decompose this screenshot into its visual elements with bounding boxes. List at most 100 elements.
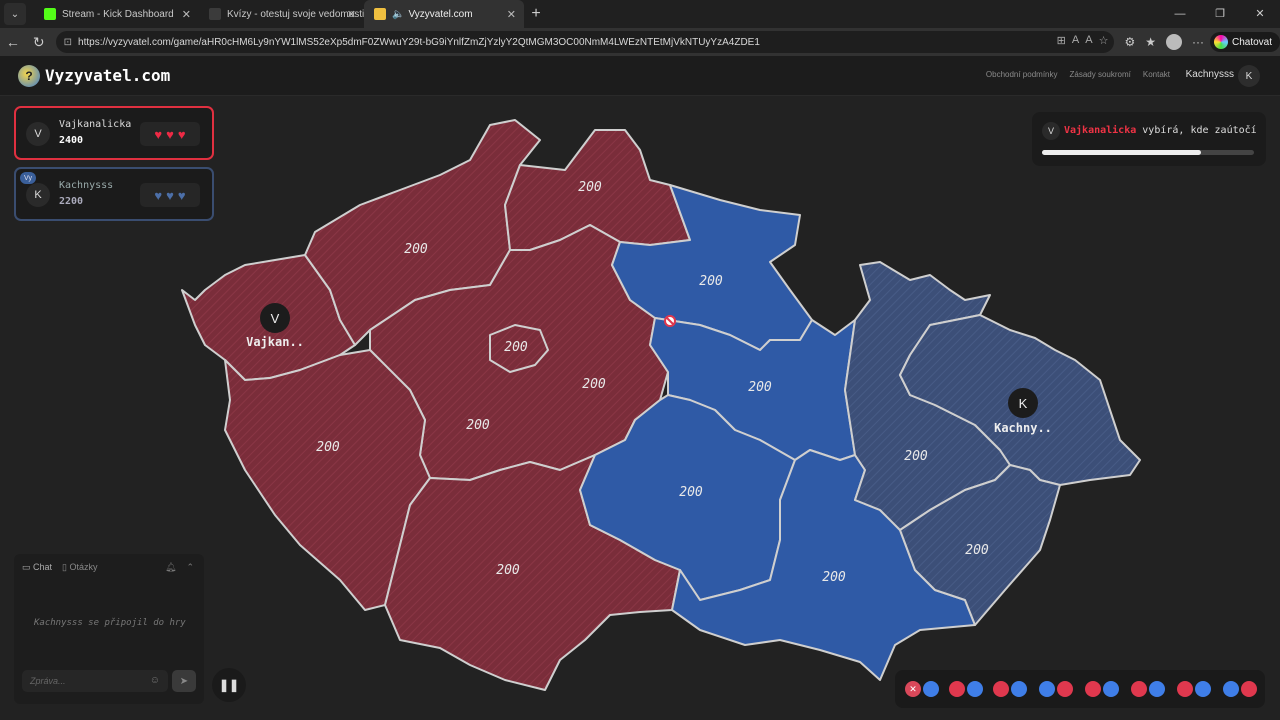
marker-initial: K [1019, 396, 1028, 411]
address-bar[interactable]: ⊡ https://vyzyvatel.com/game/aHR0cHM6Ly9… [55, 31, 1115, 53]
tab-chat[interactable]: ▭ Chat [22, 562, 52, 573]
tab-title: Kvízy - otestuj svoje vedomosti - K [227, 8, 364, 20]
address-bar-tools: ⊞ A A ☆ [1057, 34, 1109, 47]
chat-panel: ▭ Chat ▯ Otázky 🔔︎ ⌃ Kachnysss se připoj… [14, 554, 204, 704]
minimize-icon[interactable]: — [1160, 0, 1200, 28]
region-value: 200 [496, 563, 520, 578]
tab-title: Stream - Kick Dashboard [62, 8, 174, 20]
logo-icon[interactable]: ? [18, 65, 40, 87]
kvizy-favicon-icon [209, 8, 221, 20]
copilot-label: Chatovat [1231, 36, 1273, 48]
player-avatar: K [26, 183, 50, 207]
region-value: 200 [822, 570, 846, 585]
region-value: 200 [582, 377, 606, 392]
region-value: 200 [904, 449, 928, 464]
read-aloud-icon[interactable]: A [1085, 34, 1092, 47]
more-menu-icon[interactable]: ··· [1192, 35, 1204, 49]
kick-favicon-icon [44, 8, 56, 20]
region-value: 200 [965, 543, 989, 558]
heart-icon: ♥ [154, 126, 163, 142]
tab-questions[interactable]: ▯ Otázky [62, 562, 97, 573]
tab-actions-menu[interactable]: ⌄ [4, 3, 26, 25]
round-dot [967, 681, 983, 697]
round-dot [1057, 681, 1073, 697]
chat-tabs: ▭ Chat ▯ Otázky [22, 562, 98, 573]
round-dot [1085, 681, 1101, 697]
browser-tab-kvizy[interactable]: Kvízy - otestuj svoje vedomosti - K ✕ [199, 0, 364, 28]
vyzyvatel-favicon-icon [374, 8, 386, 20]
browser-tab-strip: ⌄ Stream - Kick Dashboard ✕ Kvízy - otes… [0, 0, 1280, 28]
browser-tab-vyzyvatel[interactable]: 🔈 Vyzyvatel.com ✕ [364, 0, 524, 28]
extensions-icon[interactable]: ⚙ [1124, 35, 1135, 49]
round-history: ✕ [895, 670, 1265, 708]
site-info-icon[interactable]: ⊡ [64, 37, 72, 48]
region-value: 200 [699, 274, 723, 289]
window-controls: — ❐ ✕ [1160, 0, 1280, 28]
chevron-up-icon[interactable]: ⌃ [186, 562, 194, 573]
region-value: 200 [316, 440, 340, 455]
app-icon[interactable]: ⊞ [1057, 34, 1066, 47]
header-avatar[interactable]: K [1238, 65, 1260, 87]
player-name: Vajkanalicka [59, 119, 132, 130]
new-tab-button[interactable]: + [524, 5, 548, 23]
player-name: Kachnysss [59, 180, 114, 191]
region-value: 200 [679, 485, 703, 500]
restore-icon[interactable]: ❐ [1200, 0, 1240, 28]
browser-tools: ⚙ ★ ··· [1124, 34, 1204, 50]
header-username[interactable]: Kachnysss [1186, 69, 1234, 80]
round-dot [923, 681, 939, 697]
back-icon[interactable]: ← [0, 34, 26, 50]
chat-controls: 🔔︎ ⌃ [165, 562, 194, 573]
you-badge: Vy [20, 172, 36, 184]
region-value: 200 [504, 340, 528, 355]
close-window-icon[interactable]: ✕ [1240, 0, 1280, 28]
region-value: 200 [578, 180, 602, 195]
copilot-icon [1213, 35, 1228, 49]
czech-map: 200 200 200 200 200 200 200 200 200 200 … [181, 119, 1141, 691]
marker-label: Kachny.. [994, 421, 1052, 435]
reload-icon[interactable]: ↻ [26, 34, 52, 51]
close-tab-icon[interactable]: ✕ [347, 8, 356, 21]
round-dot [993, 681, 1009, 697]
round-dot [1011, 681, 1027, 697]
nav-link-terms[interactable]: Obchodní podmínky [986, 70, 1058, 79]
nav-link-contact[interactable]: Kontakt [1143, 70, 1170, 79]
favorites-icon[interactable]: ★ [1145, 35, 1156, 49]
round-dot [1195, 681, 1211, 697]
round-dot [1177, 681, 1193, 697]
url-text: https://vyzyvatel.com/game/aHR0cHM6Ly9nY… [78, 36, 760, 48]
region-value: 200 [748, 380, 772, 395]
emoji-icon[interactable]: ☺ [150, 675, 160, 686]
nav-link-privacy[interactable]: Zásady soukromí [1070, 70, 1131, 79]
bell-icon[interactable]: 🔔︎ [165, 562, 176, 573]
favorite-star-icon[interactable]: ☆ [1099, 34, 1109, 47]
heart-icon: ♥ [154, 187, 163, 203]
send-button[interactable]: ➤ [172, 670, 196, 692]
chat-input[interactable]: Zpráva... [22, 670, 168, 692]
close-tab-icon[interactable]: ✕ [182, 8, 191, 21]
pause-icon: ❚❚ [218, 678, 240, 692]
game-page: ? Vyzyvatel.com Obchodní podmínky Zásady… [0, 56, 1280, 720]
send-icon: ➤ [179, 675, 189, 687]
player-avatar: V [26, 122, 50, 146]
site-logo[interactable]: Vyzyvatel.com [45, 66, 170, 85]
round-dot [1149, 681, 1165, 697]
translate-icon[interactable]: A [1072, 34, 1079, 47]
chat-message: Kachnysss se připojil do hry [34, 618, 186, 628]
region-value: 200 [404, 242, 428, 257]
no-entry-icon [664, 315, 676, 327]
header-nav: Obchodní podmínky Zásady soukromí Kontak… [986, 70, 1170, 79]
browser-tab-kick[interactable]: Stream - Kick Dashboard ✕ [34, 0, 199, 28]
player-score: 2400 [59, 135, 84, 146]
copilot-button[interactable]: Chatovat [1209, 32, 1280, 52]
profile-avatar[interactable] [1165, 34, 1182, 50]
round-dot [949, 681, 965, 697]
close-tab-icon[interactable]: ✕ [507, 8, 516, 21]
round-dot [1039, 681, 1055, 697]
region-value: 200 [466, 418, 490, 433]
round-dot [1223, 681, 1239, 697]
speaker-icon[interactable]: 🔈 [392, 9, 404, 20]
tab-questions-label: Otázky [69, 562, 98, 572]
pause-button[interactable]: ❚❚ [212, 668, 246, 702]
player-score: 2200 [59, 196, 84, 207]
